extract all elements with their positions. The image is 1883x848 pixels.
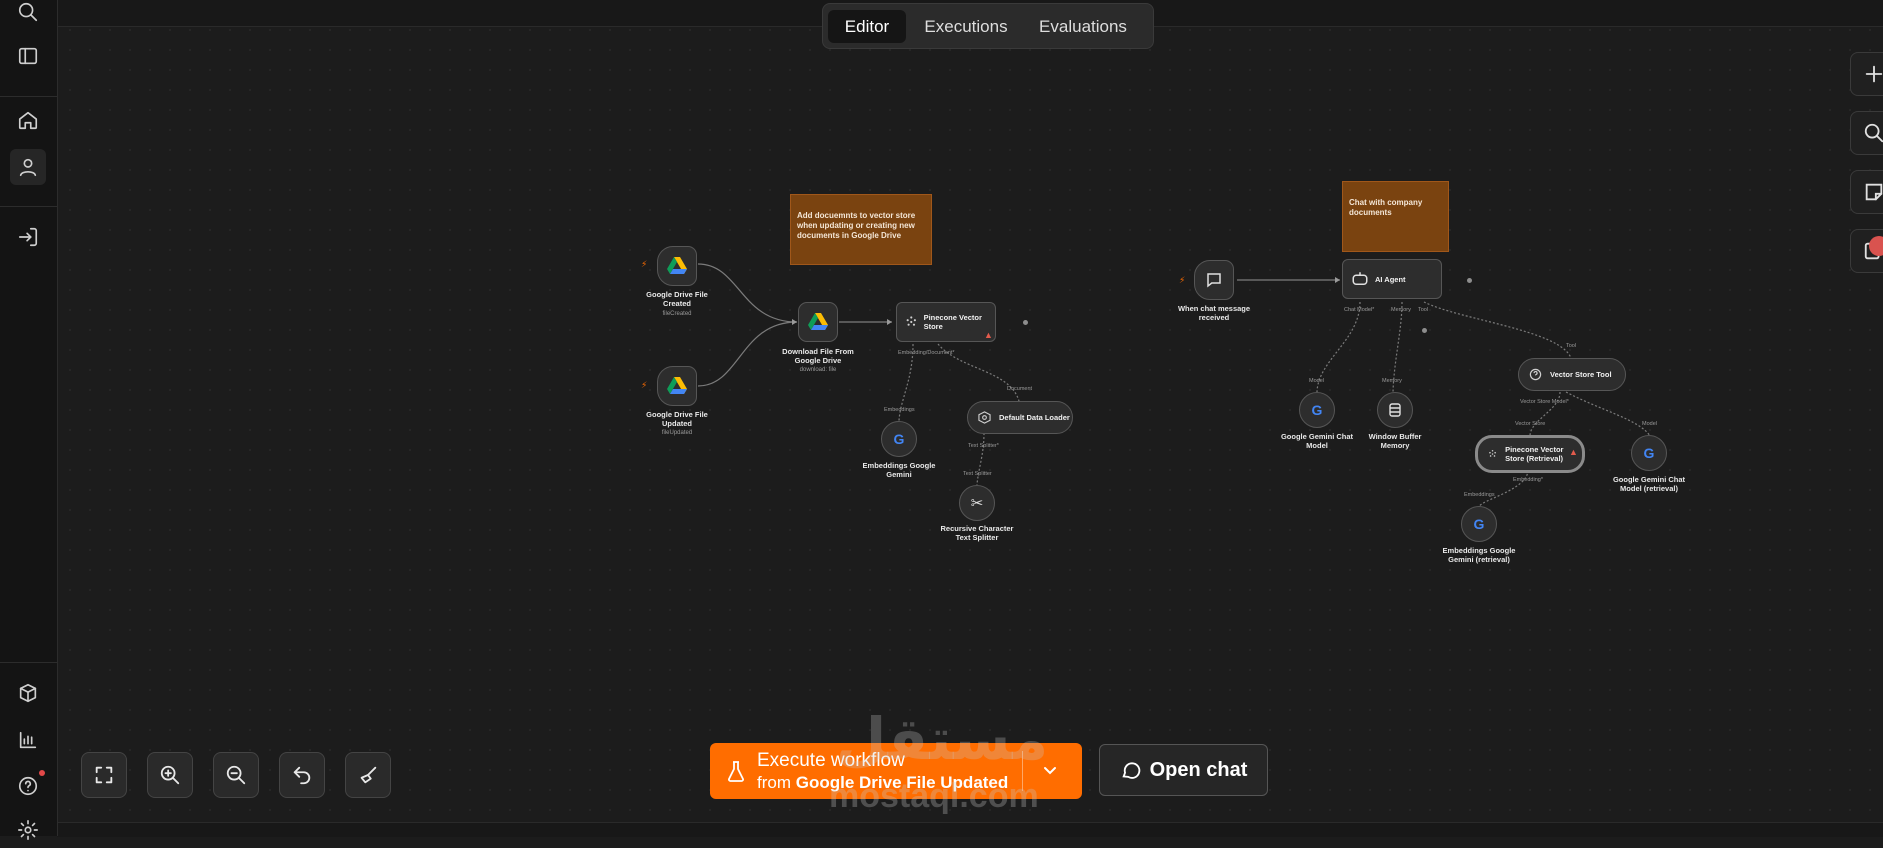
node-window-buffer-memory[interactable] (1377, 392, 1413, 428)
port-label: Vector Store (1515, 421, 1546, 427)
zoom-out-icon (226, 765, 246, 785)
node-embeddings-google-gemini[interactable]: G (881, 421, 917, 457)
google-icon: G (1643, 445, 1655, 461)
port-label: Vector Store Model* (1520, 399, 1569, 405)
node-gdrive-file-updated[interactable] (657, 366, 697, 406)
node-label: Google Drive File Created (646, 290, 708, 308)
chat-bubble-icon (1121, 762, 1140, 779)
port-label: Tool (1418, 307, 1429, 313)
fit-view-button[interactable] (81, 752, 127, 798)
port-label: Tool (1566, 343, 1577, 349)
trigger-bolt-icon: ⚡ (641, 259, 648, 269)
node-default-data-loader[interactable]: Default Data Loader (967, 401, 1073, 434)
tool-icon (1529, 368, 1542, 381)
loader-icon (978, 411, 991, 424)
port-label: Chat Model* (1344, 307, 1375, 313)
watermark-url: mostaql.com (829, 777, 1039, 815)
google-drive-icon (667, 257, 687, 274)
watermark-arabic: مستقل (836, 707, 1049, 772)
scissors-icon: ✂ (970, 495, 984, 512)
sticky-note-ingest[interactable]: Add docuemnts to vector store when updat… (790, 194, 932, 265)
node-download-file[interactable] (798, 302, 838, 342)
node-label: Google Gemini Chat Model (1280, 432, 1354, 450)
node-vector-store-tool[interactable]: Vector Store Tool (1518, 358, 1626, 391)
zoom-in-button[interactable] (147, 752, 193, 798)
trigger-bolt-icon: ⚡ (641, 380, 648, 390)
warning-icon: ▲ (1569, 447, 1578, 457)
execute-prefix: from (757, 773, 791, 792)
node-label: Default Data Loader (999, 413, 1070, 422)
port-label: Memory (1391, 307, 1411, 313)
add-connection-dot[interactable] (1023, 320, 1028, 325)
pinecone-icon (1489, 449, 1496, 457)
node-label: Download File From Google Drive (782, 347, 854, 365)
node-subtitle: download: file (799, 367, 837, 373)
node-label: Recursive Character Text Splitter (940, 524, 1014, 542)
trigger-bolt-icon: ⚡ (1179, 275, 1186, 285)
google-icon: G (1473, 516, 1485, 532)
flask-icon (728, 761, 744, 782)
port-label: Text Splitter (963, 471, 992, 477)
port-label: Document (1007, 386, 1033, 392)
node-label: Window Buffer Memory (1368, 432, 1422, 450)
fit-view-icon (95, 766, 113, 784)
node-label: Google Drive File Updated (646, 410, 708, 428)
robot-icon (1352, 272, 1368, 285)
port-label: Text Splitter* (968, 443, 999, 449)
node-label: Embeddings Google Gemini (862, 461, 936, 479)
tidy-up-button[interactable] (345, 752, 391, 798)
zoom-in-icon (160, 765, 180, 785)
port-label: Embedding/Document* (898, 350, 955, 356)
port-label: Embeddings (884, 407, 915, 413)
pinecone-icon (906, 316, 916, 326)
open-chat-label: Open chat (1149, 758, 1248, 781)
port-label: Embedding* (1513, 477, 1543, 483)
google-drive-icon (667, 377, 687, 394)
node-text-splitter[interactable]: ✂ (959, 485, 995, 521)
node-label: Embeddings Google Gemini (retrieval) (1442, 546, 1516, 564)
sticky-note-chat[interactable]: Chat with company documents (1342, 181, 1449, 252)
node-chat-trigger[interactable] (1194, 260, 1234, 300)
node-label: Vector Store Tool (1550, 370, 1612, 379)
node-label: AI Agent (1375, 274, 1406, 284)
google-icon: G (1311, 402, 1323, 418)
google-drive-icon (808, 313, 828, 330)
node-subtitle: fileCreated (662, 311, 692, 317)
open-chat-button[interactable]: Open chat (1099, 744, 1268, 796)
port-label: Model (1642, 421, 1657, 427)
node-gemini-chat-model-retrieval[interactable]: G (1631, 435, 1667, 471)
database-icon (1389, 403, 1401, 417)
warning-icon: ▲ (984, 330, 993, 340)
node-ai-agent[interactable]: AI Agent (1342, 259, 1442, 299)
undo-icon (293, 766, 311, 785)
node-label: Pinecone Vector Store (923, 313, 982, 331)
broom-icon (360, 766, 377, 784)
node-label: Google Gemini Chat Model (retrieval) (1612, 475, 1686, 493)
chat-bubble-icon (1207, 273, 1221, 288)
node-embeddings-retrieval[interactable]: G (1461, 506, 1497, 542)
port-label: Embeddings (1464, 492, 1495, 498)
port-label: Memory (1382, 378, 1402, 384)
node-gdrive-file-created[interactable] (657, 246, 697, 286)
node-pinecone-vector-store[interactable]: Pinecone Vector Store (896, 302, 996, 342)
google-icon: G (893, 431, 905, 447)
add-connection-dot[interactable] (1467, 278, 1472, 283)
node-gemini-chat-model[interactable]: G (1299, 392, 1335, 428)
add-connection-dot[interactable] (1422, 328, 1427, 333)
zoom-out-button[interactable] (213, 752, 259, 798)
node-subtitle: fileUpdated (661, 430, 693, 436)
node-label: When chat message received (1177, 304, 1251, 322)
port-label: Model (1309, 378, 1324, 384)
undo-button[interactable] (279, 752, 325, 798)
